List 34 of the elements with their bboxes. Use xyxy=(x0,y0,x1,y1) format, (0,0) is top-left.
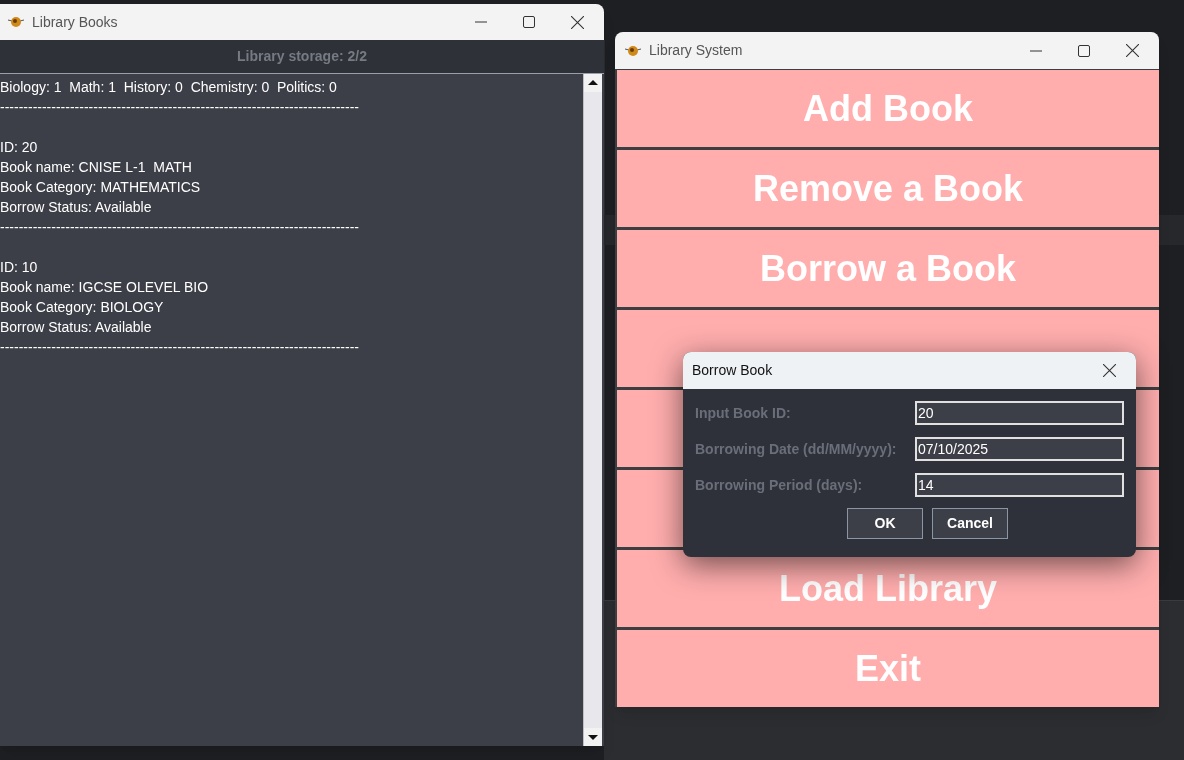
text-line: Biology: 1 Math: 1 History: 0 Chemistry: 0 Politics: 0 xyxy=(0,78,338,97)
ball-icon xyxy=(7,16,25,28)
input-field[interactable]: 07/10/2025 xyxy=(915,437,1124,461)
storage-label: Library storage: 2/2 xyxy=(237,47,367,66)
field-label: Borrowing Date (dd/MM/yyyy): xyxy=(695,439,897,459)
text-line: ----------------------------------------------------------------------------- xyxy=(0,218,360,237)
dialog-button[interactable]: OK xyxy=(847,508,923,539)
text-line: Book Category: MATHEMATICS xyxy=(0,178,202,197)
text-line: Book Category: BIOLOGY xyxy=(0,298,165,317)
text-line: ----------------------------------------------------------------------------- xyxy=(0,338,360,357)
field-label: Input Book ID: xyxy=(695,403,791,423)
text-line: ID: 10 xyxy=(0,258,39,277)
ball-icon xyxy=(624,44,642,57)
input-field[interactable]: 20 xyxy=(915,401,1124,425)
maximize-icon[interactable] xyxy=(523,16,535,28)
field-label: Borrowing Period (days): xyxy=(695,475,863,495)
dialog-button[interactable]: Cancel xyxy=(932,508,1008,539)
scrollbar[interactable] xyxy=(583,74,602,746)
close-icon[interactable] xyxy=(1126,44,1139,57)
window-title: Library System xyxy=(649,41,743,60)
input-field[interactable]: 14 xyxy=(915,473,1124,497)
dialog-title: Borrow Book xyxy=(692,361,773,380)
text-line: Book name: IGCSE OLEVEL BIO xyxy=(0,278,210,297)
scroll-down-icon[interactable] xyxy=(584,728,602,746)
scroll-up-icon[interactable] xyxy=(584,74,602,92)
close-icon[interactable] xyxy=(1103,364,1116,377)
window-title: Library Books xyxy=(32,12,118,32)
text-line: ID: 20 xyxy=(0,138,39,157)
text-line: Borrow Status: Available xyxy=(0,318,153,337)
close-icon[interactable] xyxy=(571,15,584,29)
text-line: Borrow Status: Available xyxy=(0,198,153,217)
maximize-icon[interactable] xyxy=(1078,44,1090,57)
text-line: Book name: CNISE L-1 MATH xyxy=(0,158,193,177)
text-line: ----------------------------------------------------------------------------- xyxy=(0,98,360,117)
